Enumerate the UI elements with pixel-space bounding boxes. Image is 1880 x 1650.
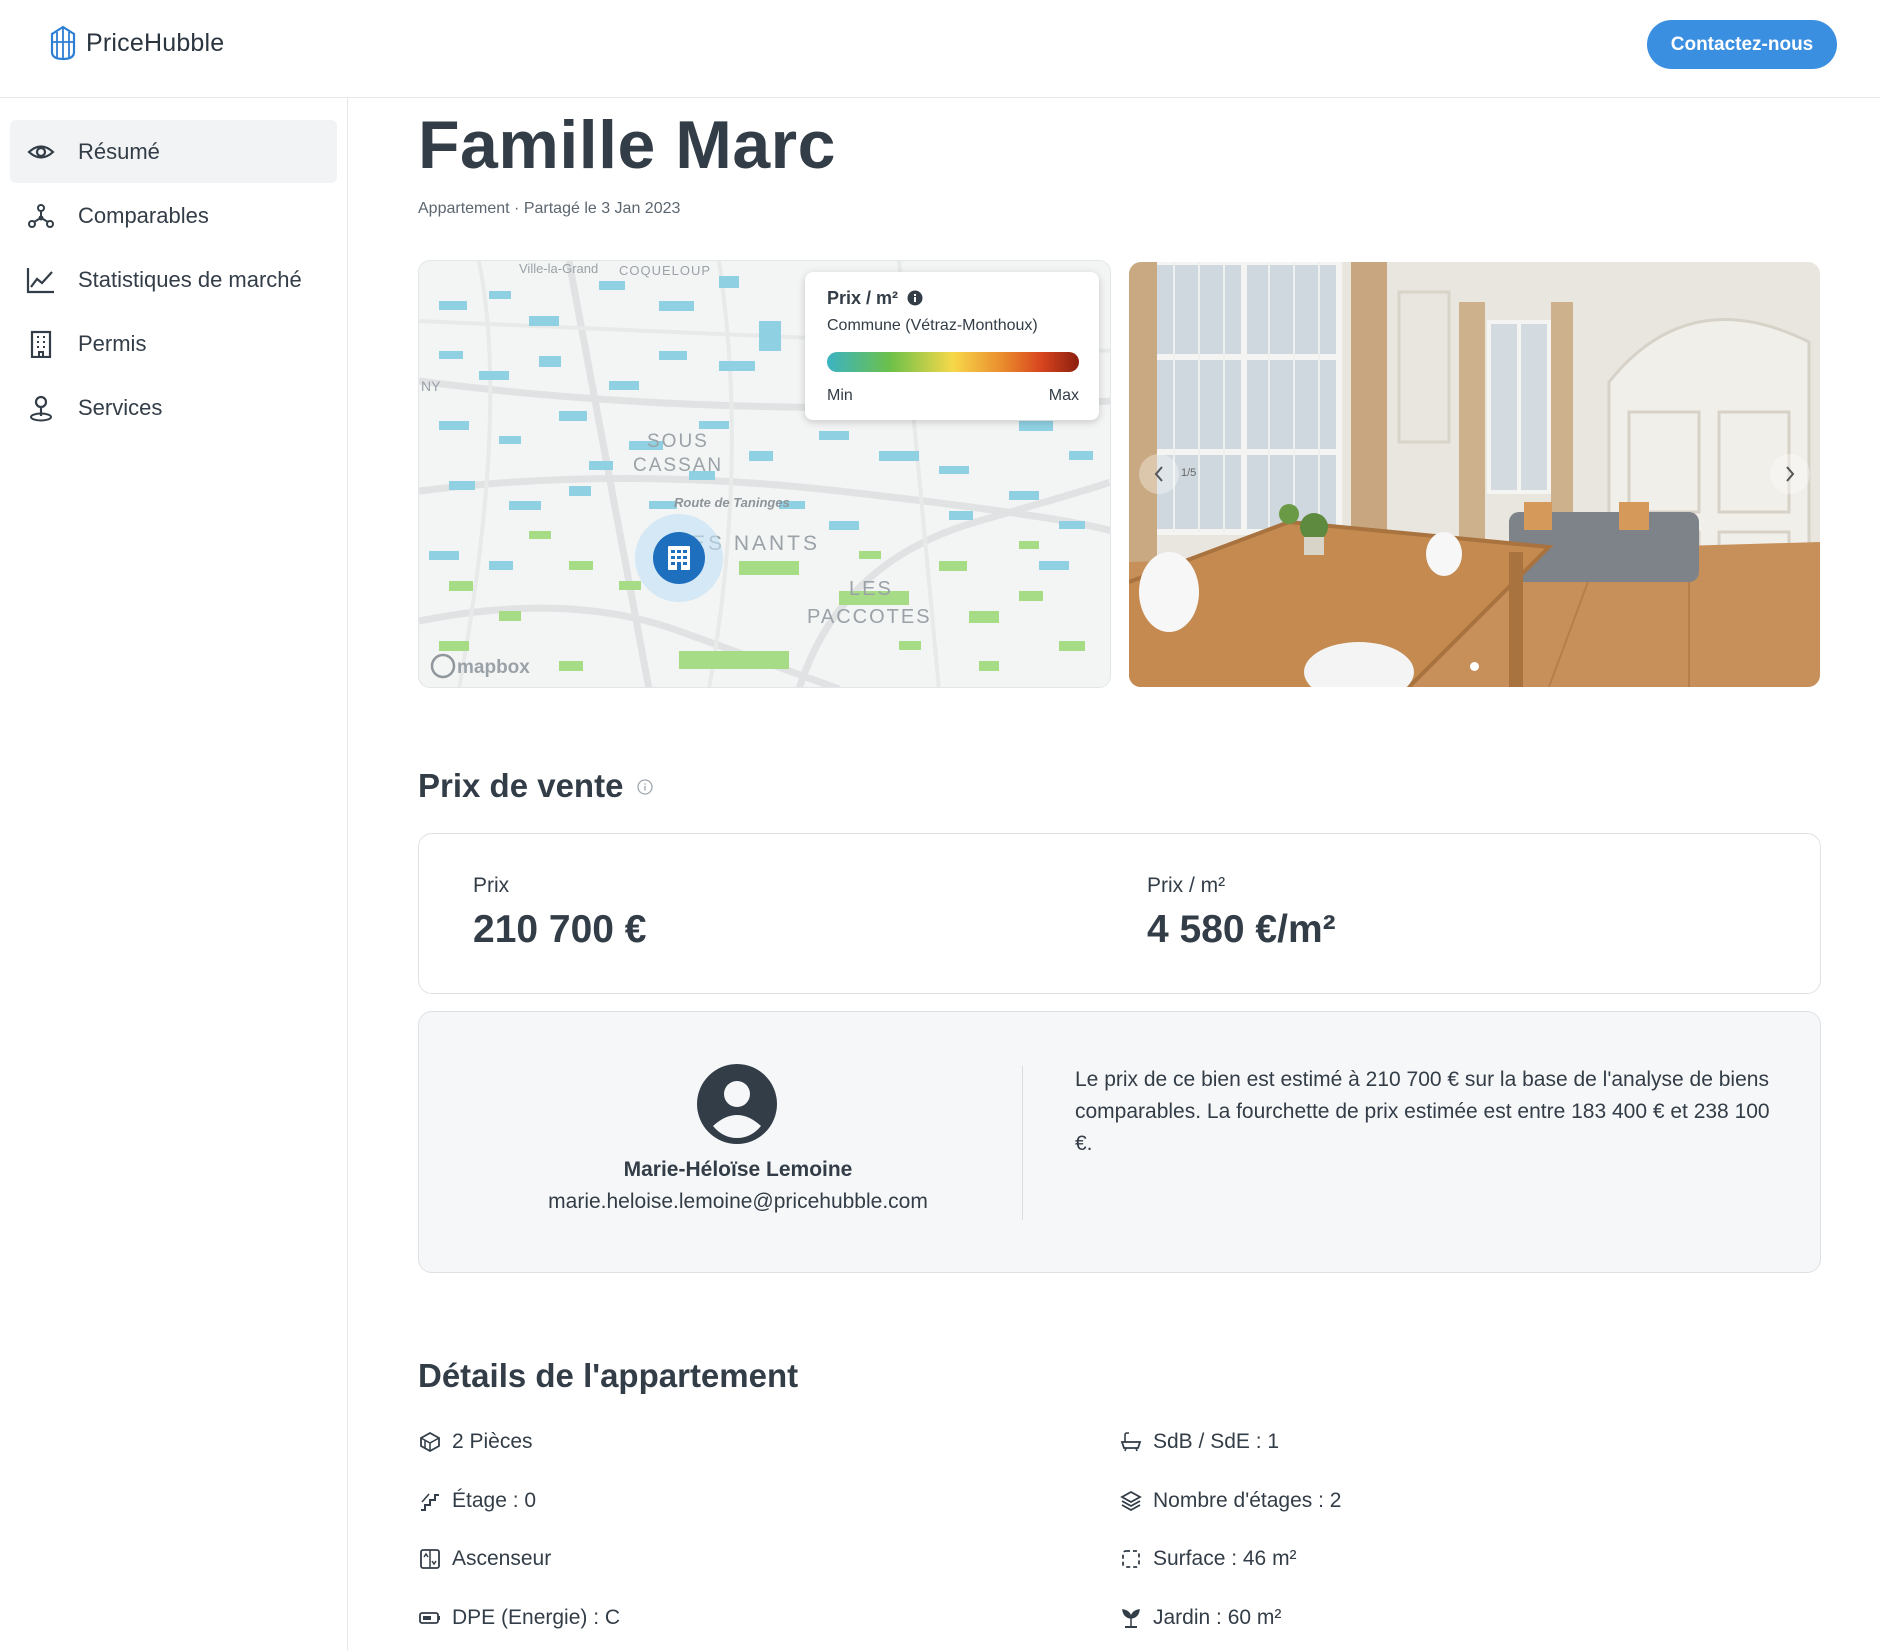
detail-label: Étage : 0 [452,1489,537,1512]
detail-floors-count: Nombre d'étages : 2 [1119,1489,1341,1513]
legend-subtitle: Commune (Vétraz-Monthoux) [827,317,1038,334]
detail-garden: Jardin : 60 m² [1119,1606,1281,1630]
sidebar-item-label: Permis [78,330,147,356]
detail-surface: Surface : 46 m² [1119,1547,1297,1571]
rooms-icon [418,1430,442,1454]
contact-button[interactable]: Contactez-nous [1647,20,1837,69]
battery-icon [418,1606,442,1630]
detail-label: Surface : 46 m² [1153,1547,1297,1570]
agent-email[interactable]: marie.heloise.lemoine@pricehubble.com [419,1190,1057,1214]
legend-min: Min [827,387,853,404]
info-icon[interactable] [636,779,653,795]
elevator-icon [418,1547,442,1571]
map-label: LES [849,578,893,600]
sidebar-item-services[interactable]: Services [10,376,337,439]
eye-icon [26,137,56,167]
sidebar-item-label: Résumé [78,138,160,164]
line-chart-icon [26,265,56,295]
carousel-prev-button[interactable] [1139,454,1179,494]
price-card: Prix 210 700 € Prix / m² 4 580 €/m² [418,833,1821,994]
sale-title-text: Prix de vente [418,767,624,804]
carousel-dot[interactable] [1470,662,1479,671]
map-label: PACCOTES [807,606,932,628]
mapbox-attribution: mapbox [457,657,530,678]
legend-title: Prix / m² [827,288,899,308]
top-header: PriceHubble Contactez-nous [0,0,1880,98]
legend-max: Max [1048,387,1079,404]
detail-label: SdB / SdE : 1 [1153,1430,1280,1453]
estimate-description: Le prix de ce bien est estimé à 210 700 … [1075,1068,1770,1155]
layers-icon [1119,1489,1143,1513]
stairs-icon [418,1489,442,1513]
detail-bathrooms: SdB / SdE : 1 [1119,1430,1279,1454]
page-title: Famille Marc [418,107,836,183]
chevron-right-icon [1786,466,1795,482]
ppm-label: Prix / m² [1147,874,1226,897]
logo-icon [50,25,76,61]
details-section-title: Détails de l'appartement [418,1357,799,1394]
agent-name: Marie-Héloïse Lemoine [623,1158,853,1181]
sidebar-item-comparables[interactable]: Comparables [10,184,337,247]
property-photo-carousel[interactable]: 1/5 [1129,262,1820,687]
logo-text: PriceHubble [86,28,225,57]
map-label: COQUELOUP [619,263,711,278]
detail-label: 2 Pièces [452,1430,533,1453]
map-label: SOUS [647,431,709,452]
divider [1022,1066,1023,1220]
sale-section-title: Prix de vente [418,767,653,805]
price-label: Prix [473,874,510,897]
price-legend: Prix / m² Commune (Vétraz-Monthoux) Min … [805,272,1099,420]
legend-gradient-bar [827,352,1079,372]
detail-label: DPE (Energie) : C [452,1606,621,1629]
price-value: 210 700 € [473,908,647,951]
detail-label: Jardin : 60 m² [1153,1606,1282,1629]
sidebar-item-label: Comparables [78,202,209,228]
page-subtitle: Appartement · Partagé le 3 Jan 2023 [418,200,681,217]
map-label: Route de Taninges [674,495,790,510]
sidebar-item-label: Services [78,394,163,420]
slide-counter: 1/5 [1181,467,1197,479]
detail-label: Ascenseur [452,1547,552,1570]
area-icon [1119,1547,1143,1571]
property-photo [1129,262,1820,687]
avatar [697,1064,777,1144]
detail-energy: DPE (Energie) : C [418,1606,620,1630]
sidebar-item-permis[interactable]: Permis [10,312,337,375]
sidebar-item-resume[interactable]: Résumé [10,120,337,183]
carousel-next-button[interactable] [1770,454,1810,494]
map-label: CASSAN [633,455,723,476]
info-icon[interactable] [907,290,923,306]
detail-rooms: 2 Pièces [418,1430,533,1454]
map-label: NY [421,378,441,394]
detail-label: Nombre d'étages : 2 [1153,1489,1342,1512]
building-icon [26,329,56,359]
person-pin-icon [26,393,56,423]
network-icon [26,201,56,231]
sidebar-item-statistiques[interactable]: Statistiques de marché [10,248,337,311]
detail-floor: Étage : 0 [418,1489,536,1513]
chevron-left-icon [1154,466,1163,482]
pricehubble-logo[interactable]: PriceHubble [48,24,224,62]
ppm-value: 4 580 €/m² [1147,908,1336,951]
agent-card: Marie-Héloïse Lemoine marie.heloise.lemo… [418,1011,1821,1273]
bathtub-icon [1119,1430,1143,1454]
map-label: Ville-la-Grand [519,261,598,276]
plant-icon [1119,1606,1143,1630]
detail-elevator: Ascenseur [418,1547,551,1571]
sidebar-item-label: Statistiques de marché [78,266,302,292]
sidebar: Résumé Comparables Statistiques de march… [0,98,348,1650]
